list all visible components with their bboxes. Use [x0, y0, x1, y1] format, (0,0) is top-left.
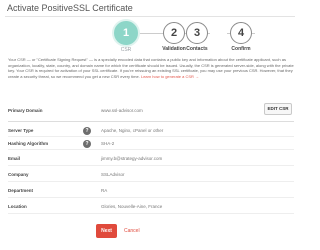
- step-confirm: 4 Confirm: [221, 22, 261, 52]
- progress-stepper: 1 CSR 2 Validation 3 Contacts 4 Confirm: [0, 21, 300, 54]
- field-label: Location: [8, 204, 27, 209]
- cancel-link[interactable]: Cancel: [124, 224, 140, 238]
- page-title: Activate PositiveSSL Certificate: [7, 3, 133, 13]
- hashing-algorithm-value: SHA-2: [101, 141, 115, 146]
- primary-domain-row: Primary Domain www.ssl-advisor.com EDIT …: [8, 103, 294, 115]
- step-contacts: 3 Contacts: [177, 22, 217, 52]
- help-icon[interactable]: ?: [83, 139, 91, 148]
- email-value: jimmy.b@strategy-advisor.com: [101, 156, 163, 161]
- step-label: CSR: [120, 47, 132, 53]
- next-button[interactable]: Next: [96, 224, 117, 238]
- step-label: Confirm: [231, 46, 251, 52]
- email-row: Email jimmy.b@strategy-advisor.com: [8, 154, 294, 163]
- field-label: Primary Domain: [8, 108, 43, 113]
- title-divider: [5, 16, 295, 17]
- company-row: Company SSLAdvisor: [8, 170, 294, 179]
- step-number: 3: [186, 22, 208, 44]
- edit-csr-button[interactable]: EDIT CSR: [264, 103, 292, 115]
- field-label: Company: [8, 172, 29, 177]
- field-label: Server Type: [8, 128, 34, 133]
- department-row: Department RA: [8, 186, 294, 195]
- csr-intro-text: Your CSR — or "Certificate Signing Reque…: [8, 57, 294, 80]
- row-divider: [8, 165, 294, 166]
- step-number: 4: [230, 22, 252, 44]
- primary-domain-value: www.ssl-advisor.com: [101, 108, 143, 113]
- row-divider: [8, 197, 294, 198]
- step-label: Contacts: [186, 46, 208, 52]
- step-number: 1: [114, 21, 138, 45]
- field-label: Department: [8, 188, 34, 193]
- location-row: Location Glories, Nouvelle-Aine, France: [8, 202, 294, 211]
- step-csr: 1 CSR: [106, 21, 146, 53]
- help-icon[interactable]: ?: [83, 126, 91, 135]
- section-divider: [8, 121, 294, 122]
- company-value: SSLAdvisor: [101, 172, 125, 177]
- server-type-row: Server Type ? Apache, Nginx, cPanel or o…: [8, 126, 294, 135]
- location-value: Glories, Nouvelle-Aine, France: [101, 204, 163, 209]
- activate-ssl-page: Activate PositiveSSL Certificate 1 CSR 2…: [0, 0, 300, 250]
- learn-csr-link[interactable]: Learn how to generate a CSR →: [141, 74, 199, 79]
- field-label: Email: [8, 156, 21, 161]
- department-value: RA: [101, 188, 108, 193]
- row-divider: [8, 149, 294, 150]
- field-label: Hashing Algorithm: [8, 141, 49, 146]
- hashing-algorithm-row: Hashing Algorithm ? SHA-2: [8, 139, 294, 148]
- row-divider: [8, 213, 294, 214]
- row-divider: [8, 136, 294, 137]
- server-type-value: Apache, Nginx, cPanel or other: [101, 128, 164, 133]
- row-divider: [8, 181, 294, 182]
